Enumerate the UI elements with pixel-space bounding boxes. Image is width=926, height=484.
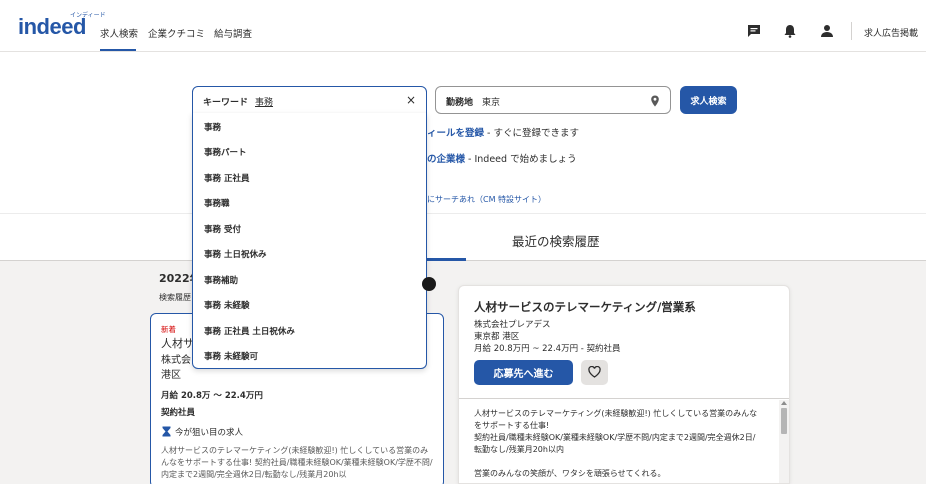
scroll-thumb[interactable]	[781, 408, 787, 434]
detail-desc-line: 契約社員/職種未経験OK/業種未経験OK/学歴不問/内定まで2週間/完全週休2日…	[474, 433, 756, 442]
clear-icon[interactable]: ×	[406, 93, 416, 107]
suggestion-item[interactable]: 事務補助	[204, 274, 238, 286]
top-header: indeed インディード 求人検索 企業クチコミ 給与調査 求人広告掲載	[0, 0, 926, 52]
suggestion-item[interactable]: 事務 未経験	[204, 299, 249, 311]
detail-title: 人材サービスのテレマーケティング/営業系	[474, 300, 696, 314]
keyword-box[interactable]: キーワード ×	[192, 86, 427, 114]
detail-desc-line: 営業のみんなの笑顔が、ワタシを頑張らせてくれる。	[474, 469, 666, 478]
promo-link-3[interactable]: にサーチあれ（CM 特設サイト）	[427, 194, 546, 205]
promo-link-2[interactable]: の企業様	[427, 154, 465, 165]
job-title[interactable]: 人材サ	[161, 335, 194, 351]
detail-desc-line: 人材サービスのテレマーケティング(未経験歓迎!) 忙しくしている営業のみんな	[474, 409, 758, 418]
detail-salary-type: 月給 20.8万円 ~ 22.4万円 - 契約社員	[474, 344, 621, 354]
job-location: 港区	[161, 370, 181, 381]
hourglass-icon	[162, 426, 171, 437]
employer-link[interactable]: 求人広告掲載	[864, 26, 918, 39]
nav-salary-search[interactable]: 給与調査	[214, 26, 252, 40]
promo-line-2: の企業様 - Indeed で始めましょう	[427, 151, 577, 165]
keyword-label: キーワード	[203, 98, 249, 108]
search-button[interactable]: 求人検索	[680, 86, 737, 114]
suggestion-item[interactable]: 事務 受付	[204, 223, 241, 235]
job-snippet: 人材サービスのテレマーケティング(未経験歓迎!) 忙しくしている営業のみんなをサ…	[161, 446, 433, 479]
keyword-input[interactable]	[255, 93, 395, 109]
message-icon[interactable]	[747, 24, 761, 38]
promo-line-1: ィールを登録 - すぐに登録できます	[427, 125, 579, 139]
promo-link-1[interactable]: ィールを登録	[427, 128, 484, 139]
location-pin-icon	[651, 95, 659, 107]
location-box[interactable]: 勤務地	[435, 86, 671, 114]
company-name: 株式会	[161, 355, 191, 366]
header-divider	[851, 22, 852, 40]
suggestion-item[interactable]: 事務パート	[204, 146, 247, 158]
mouse-cursor	[422, 277, 436, 291]
suggestion-item[interactable]: 事務 未経験可	[204, 350, 258, 362]
suggestion-item[interactable]: 事務 正社員 土日祝休み	[204, 325, 295, 337]
detail-desc-line: をサポートする仕事!	[474, 421, 550, 430]
suggestion-item[interactable]: 事務	[204, 121, 221, 133]
apply-button[interactable]: 応募先へ進む	[474, 360, 573, 385]
user-icon[interactable]	[820, 24, 834, 38]
bell-icon[interactable]	[783, 24, 797, 38]
detail-desc-line: 転勤なし/残業月20h以内	[474, 445, 564, 454]
nav-active-underline	[100, 49, 136, 51]
promo-text-2: - Indeed で始めましょう	[465, 154, 577, 165]
detail-location: 東京都 港区	[474, 332, 520, 342]
history-label: 検索履歴	[159, 293, 191, 302]
nav-job-search[interactable]: 求人検索	[100, 26, 138, 40]
suggestion-item[interactable]: 事務 正社員	[204, 172, 249, 184]
new-badge: 新着	[161, 325, 176, 334]
hot-job-label: 今が狙い目の求人	[175, 428, 244, 438]
promo-text-1: - すぐに登録できます	[484, 128, 579, 139]
location-input[interactable]	[482, 93, 642, 109]
indeed-logo[interactable]: indeed インディード	[18, 12, 106, 40]
detail-separator	[459, 398, 789, 399]
tab-recent-searches[interactable]: 最近の検索履歴	[512, 231, 600, 250]
save-job-button[interactable]	[581, 360, 608, 385]
scroll-up-icon[interactable]	[781, 401, 787, 405]
detail-description: 人材サービスのテレマーケティング(未経験歓迎!) 忙しくしている営業のみんな を…	[474, 408, 774, 480]
job-type: 契約社員	[161, 408, 196, 418]
suggestions-dropdown: 事務 事務パート 事務 正社員 事務職 事務 受付 事務 土日祝休み 事務補助 …	[192, 113, 427, 369]
job-detail-panel: 人材サービスのテレマーケティング/営業系 株式会社プレアデス 東京都 港区 月給…	[458, 285, 790, 484]
location-label: 勤務地	[446, 98, 474, 108]
detail-desc-line	[474, 456, 774, 468]
nav-company-reviews[interactable]: 企業クチコミ	[148, 26, 205, 40]
heart-icon	[588, 366, 601, 378]
suggestion-item[interactable]: 事務職	[204, 197, 230, 209]
job-salary: 月給 20.8万 ～ 22.4万円	[161, 391, 263, 401]
tabs-bar	[0, 213, 926, 261]
detail-scrollbar[interactable]	[779, 400, 789, 483]
logo-kana: インディード	[70, 12, 106, 19]
suggestion-item[interactable]: 事務 土日祝休み	[204, 248, 266, 260]
detail-company[interactable]: 株式会社プレアデス	[474, 318, 551, 330]
